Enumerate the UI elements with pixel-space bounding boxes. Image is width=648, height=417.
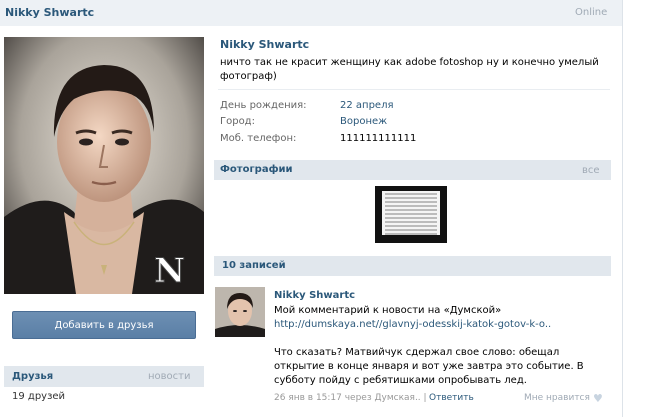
header-user-name[interactable]: Nikky Shwartc <box>5 6 94 19</box>
info-divider <box>218 89 610 90</box>
profile-photo[interactable]: N <box>4 37 204 294</box>
city-label: Город: <box>220 116 255 127</box>
friends-count: 19 друзей <box>12 391 66 402</box>
post-author-name[interactable]: Nikky Shwartc <box>274 290 355 301</box>
photos-title[interactable]: Фотографии <box>220 164 293 175</box>
friends-news-link[interactable]: новости <box>148 371 191 382</box>
post-meta: 26 янв в 15:17 через Думская.. | <box>274 393 427 403</box>
like-button[interactable]: Мне нравится <box>524 393 590 403</box>
birthday-value[interactable]: 22 апреля <box>340 100 393 111</box>
n-logo-mark: N <box>154 251 186 292</box>
profile-status[interactable]: ничто так не красит женщину как adobe fo… <box>220 56 600 84</box>
post-text: Мой комментарий к новости на «Думской» h… <box>274 304 604 332</box>
phone-value: 111111111111 <box>340 133 417 144</box>
post-author-avatar[interactable] <box>215 287 265 337</box>
heart-icon[interactable]: ♥ <box>593 392 603 405</box>
add-friend-button[interactable]: Добавить в друзья <box>12 311 196 339</box>
friends-title[interactable]: Друзья <box>12 371 53 382</box>
post-link[interactable]: http://dumskaya.net//glavnyj-odesskij-ka… <box>274 319 551 330</box>
page-right-border <box>622 0 623 417</box>
avatar-image <box>215 287 265 337</box>
meta-separator: | <box>423 393 427 403</box>
online-status: Online <box>575 7 608 18</box>
reply-link[interactable]: Ответить <box>429 393 474 403</box>
photos-all-link[interactable]: все <box>582 165 600 176</box>
wall-posts-count[interactable]: 10 записей <box>222 260 286 271</box>
svg-text:N: N <box>154 251 185 291</box>
photo-thumbnail-content <box>382 191 440 235</box>
post-date[interactable]: 26 янв в 15:17 через Думская.. <box>274 393 421 403</box>
city-value[interactable]: Воронеж <box>340 116 387 127</box>
post-body: Что сказать? Матвийчук сдержал свое слов… <box>274 347 584 386</box>
profile-photo-image: N <box>4 37 204 294</box>
phone-label: Моб. телефон: <box>220 133 297 144</box>
profile-name: Nikky Shwartc <box>220 38 310 51</box>
post-text-prefix: Мой комментарий к новости на «Думской» <box>274 305 502 316</box>
birthday-label: День рождения: <box>220 100 307 111</box>
